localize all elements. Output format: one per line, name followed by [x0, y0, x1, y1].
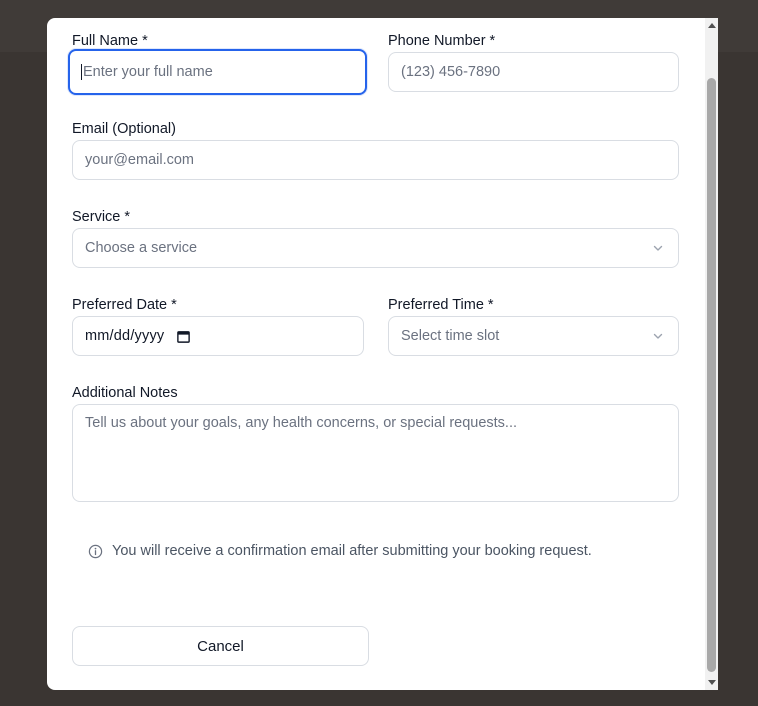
service-selected-value: Choose a service [85, 240, 198, 256]
chevron-down-icon [653, 333, 663, 339]
preferred-time-label: Preferred Time * [388, 297, 494, 313]
cancel-button[interactable]: Cancel [72, 626, 369, 666]
calendar-icon[interactable] [176, 329, 191, 344]
service-select[interactable]: Choose a service [72, 228, 679, 268]
text-caret [81, 64, 82, 80]
date-value: mm/dd/yyyy [85, 328, 165, 344]
booking-modal: Full Name * Enter your full name Phone N… [47, 18, 718, 690]
phone-placeholder: (123) 456-7890 [401, 64, 501, 80]
chevron-down-icon [653, 245, 663, 251]
scroll-down-arrow-icon[interactable] [705, 676, 718, 690]
modal-scrollbar[interactable] [705, 18, 718, 690]
notes-textarea[interactable]: Tell us about your goals, any health con… [72, 404, 679, 502]
time-selected-value: Select time slot [401, 328, 500, 344]
phone-input[interactable]: (123) 456-7890 [388, 52, 679, 92]
preferred-date-label: Preferred Date * [72, 297, 177, 313]
email-label: Email (Optional) [72, 121, 176, 137]
confirmation-info: You will receive a confirmation email af… [88, 543, 592, 559]
info-icon [88, 544, 103, 558]
service-label: Service * [72, 209, 131, 225]
info-text: You will receive a confirmation email af… [112, 543, 592, 559]
scroll-thumb[interactable] [707, 78, 716, 672]
preferred-date-input[interactable]: mm/dd/yyyy [72, 316, 364, 356]
scroll-up-arrow-icon[interactable] [705, 18, 718, 32]
email-placeholder: your@email.com [85, 152, 194, 168]
full-name-placeholder: Enter your full name [83, 64, 213, 80]
full-name-input[interactable]: Enter your full name [68, 49, 367, 95]
preferred-time-select[interactable]: Select time slot [388, 316, 679, 356]
notes-placeholder: Tell us about your goals, any health con… [85, 415, 518, 431]
full-name-label: Full Name * [72, 33, 148, 49]
notes-label: Additional Notes [72, 385, 178, 401]
phone-label: Phone Number * [388, 33, 496, 49]
email-input[interactable]: your@email.com [72, 140, 679, 180]
